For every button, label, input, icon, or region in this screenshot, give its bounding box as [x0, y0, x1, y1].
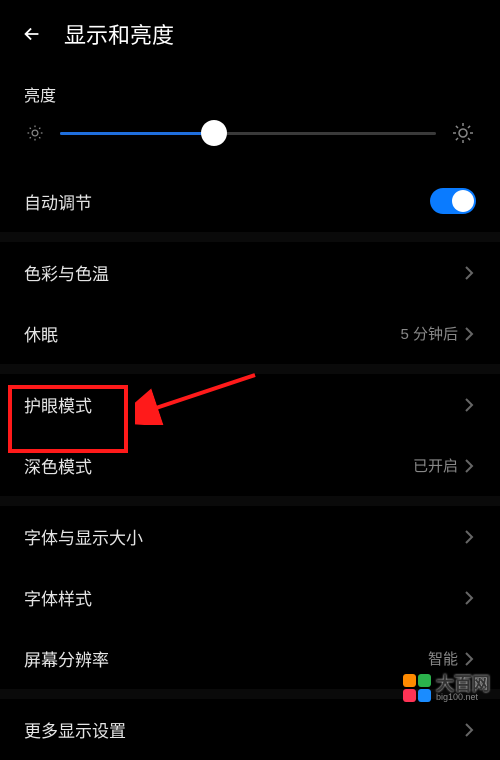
auto-brightness-row[interactable]: 自动调节	[0, 170, 500, 232]
font-style-label: 字体样式	[24, 585, 464, 610]
dark-mode-label: 深色模式	[24, 453, 413, 478]
eye-comfort-row[interactable]: 护眼模式	[0, 374, 500, 435]
watermark-domain: big100.net	[436, 693, 490, 702]
auto-brightness-label: 自动调节	[24, 189, 430, 214]
dark-mode-value: 已开启	[413, 455, 458, 476]
screen-resolution-value: 智能	[428, 648, 458, 669]
brightness-slider[interactable]	[60, 132, 436, 135]
brightness-low-icon	[24, 122, 46, 144]
font-display-size-label: 字体与显示大小	[24, 524, 464, 549]
eye-comfort-label: 护眼模式	[24, 392, 464, 417]
brightness-high-icon	[450, 120, 476, 146]
chevron-right-icon	[464, 722, 476, 738]
brightness-slider-row	[0, 120, 500, 170]
brightness-label: 亮度	[0, 64, 500, 120]
dark-mode-row[interactable]: 深色模式 已开启	[0, 435, 500, 496]
back-button[interactable]	[20, 22, 44, 46]
color-temp-label: 色彩与色温	[24, 260, 464, 285]
font-display-size-row[interactable]: 字体与显示大小	[0, 506, 500, 567]
chevron-right-icon	[464, 326, 476, 342]
font-style-row[interactable]: 字体样式	[0, 567, 500, 628]
chevron-right-icon	[464, 397, 476, 413]
chevron-right-icon	[464, 651, 476, 667]
auto-brightness-toggle[interactable]	[430, 188, 476, 214]
page-title: 显示和亮度	[64, 18, 174, 50]
chevron-right-icon	[464, 265, 476, 281]
watermark: 大百网 big100.net	[402, 673, 490, 703]
watermark-logo-icon	[402, 673, 432, 703]
more-display-row[interactable]: 更多显示设置	[0, 699, 500, 760]
chevron-right-icon	[464, 458, 476, 474]
screen-resolution-label: 屏幕分辨率	[24, 646, 428, 671]
brightness-slider-thumb[interactable]	[201, 120, 227, 146]
watermark-brand: 大百网	[436, 675, 490, 693]
sleep-label: 休眠	[24, 321, 400, 346]
chevron-right-icon	[464, 590, 476, 606]
sleep-value: 5 分钟后	[400, 323, 458, 344]
color-temp-row[interactable]: 色彩与色温	[0, 242, 500, 303]
sleep-row[interactable]: 休眠 5 分钟后	[0, 303, 500, 364]
chevron-right-icon	[464, 529, 476, 545]
more-display-label: 更多显示设置	[24, 717, 464, 742]
